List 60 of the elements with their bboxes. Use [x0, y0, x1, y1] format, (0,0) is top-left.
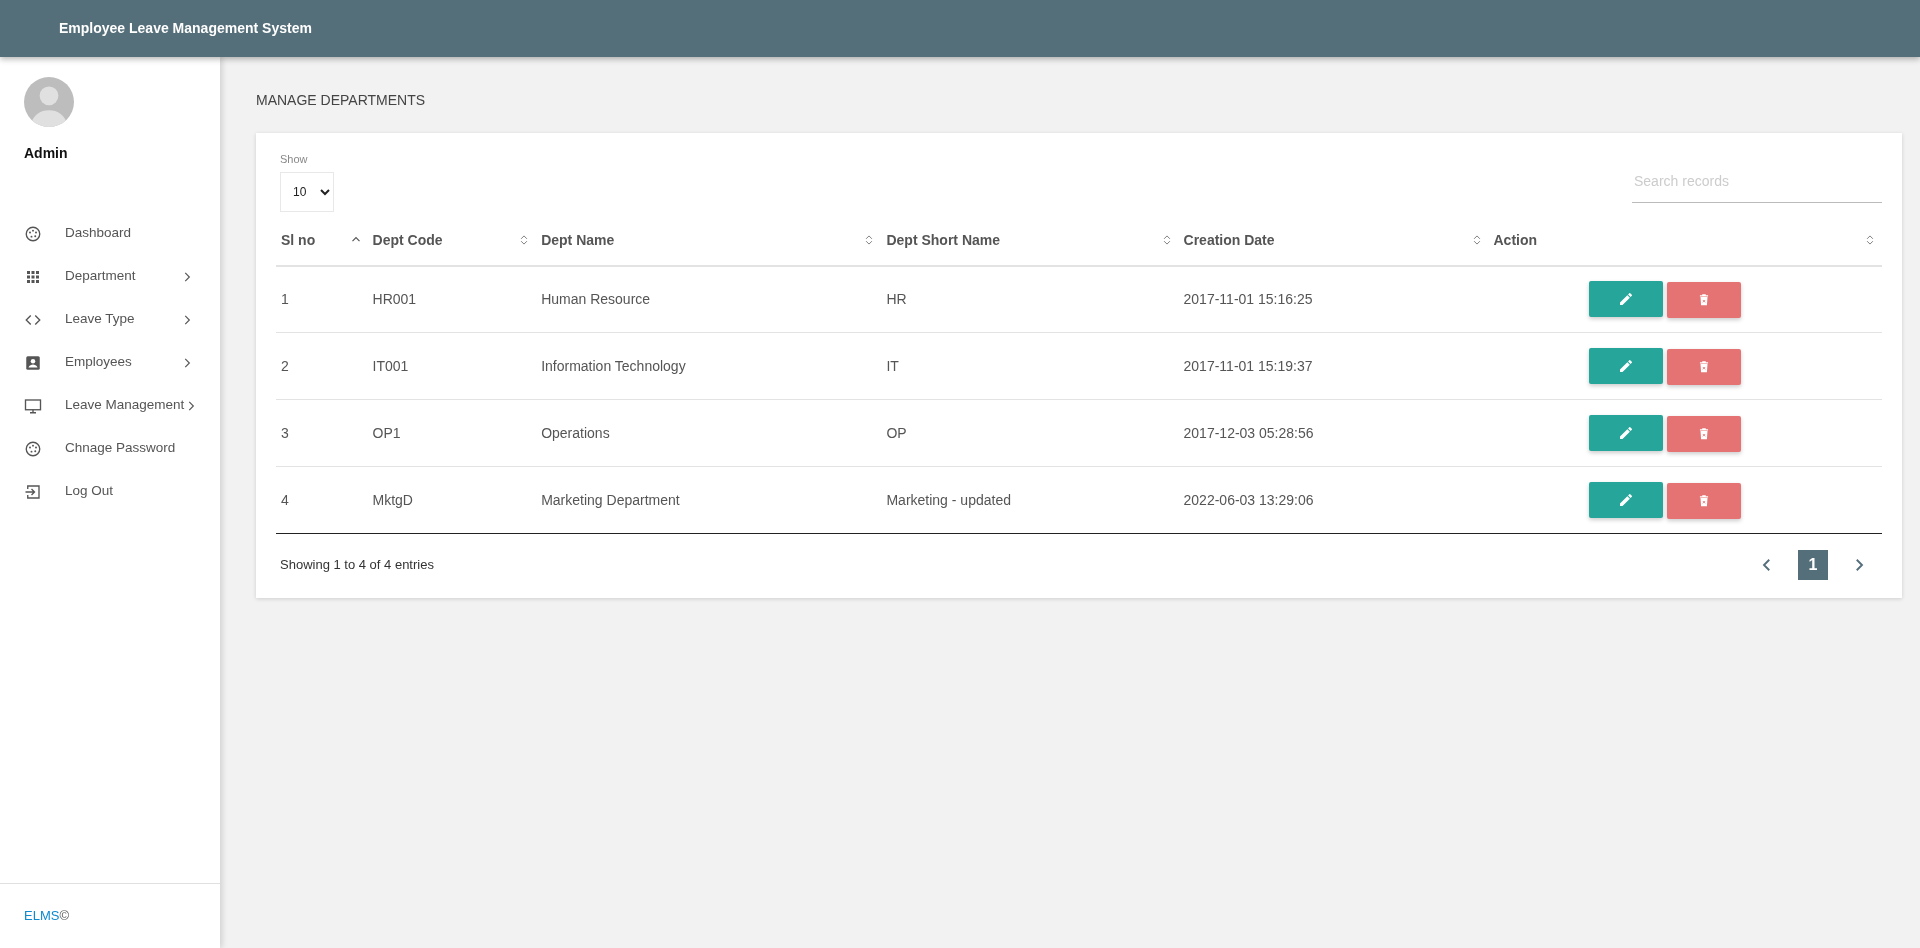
sidebar-item[interactable]: Log Out — [0, 470, 220, 513]
entries-info: Showing 1 to 4 of 4 entries — [279, 556, 434, 575]
page-button[interactable]: 1 — [1798, 550, 1828, 580]
edit-button[interactable] — [1588, 280, 1663, 317]
copyright-mark: © — [59, 907, 69, 926]
pencil-icon — [1617, 424, 1634, 441]
edit-button[interactable] — [1588, 414, 1663, 451]
column-header[interactable]: Dept Code — [372, 229, 443, 251]
contact-card-icon — [24, 353, 42, 372]
table-cell: OP1 — [372, 424, 401, 441]
sidebar-item[interactable]: Leave Management — [0, 384, 220, 427]
table-cell: 4 — [281, 491, 289, 508]
pencil-icon — [1617, 491, 1634, 508]
palette-icon — [24, 224, 42, 243]
column-header[interactable]: Action — [1493, 229, 1538, 251]
table-cell: 2 — [281, 357, 289, 374]
delete-button[interactable] — [1666, 415, 1741, 452]
user-name: Admin — [24, 144, 69, 163]
table-cell: Information Technology — [541, 357, 686, 374]
page-title: MANAGE DEPARTMENTS — [256, 91, 427, 110]
table-cell: HR001 — [372, 290, 417, 307]
table-cell: 2017-11-01 15:19:37 — [1183, 357, 1313, 374]
table-cell: IT — [886, 357, 899, 374]
table-cell: Marketing - updated — [886, 491, 1011, 508]
table-cell: HR — [886, 290, 907, 307]
pencil-icon — [1617, 290, 1634, 307]
sidebar-item[interactable]: Chnage Password — [0, 427, 220, 470]
pencil-icon — [1617, 357, 1634, 374]
table-cell: 1 — [281, 290, 289, 307]
show-label: Show — [280, 152, 309, 167]
edit-button[interactable] — [1588, 347, 1663, 384]
sidebar-item[interactable]: Employees — [0, 341, 220, 384]
palette-icon — [24, 439, 42, 458]
page-size-select[interactable]: 10 — [280, 171, 334, 212]
logout-icon — [24, 482, 42, 501]
delete-button[interactable] — [1666, 482, 1741, 519]
footer-link[interactable]: ELMS — [24, 906, 60, 926]
sidebar-item[interactable]: Dashboard — [0, 212, 220, 255]
table-cell: Human Resource — [541, 290, 651, 307]
table-cell: OP — [886, 424, 907, 441]
edit-button[interactable] — [1588, 481, 1663, 518]
table-cell: 3 — [281, 424, 289, 441]
table-cell: MktgD — [372, 491, 413, 508]
table-cell: 2017-11-01 15:16:25 — [1183, 290, 1313, 307]
table-cell: 2017-12-03 05:28:56 — [1183, 424, 1314, 441]
table-cell: 2022-06-03 13:29:06 — [1183, 491, 1314, 508]
table-cell: Marketing Department — [541, 491, 680, 508]
column-header[interactable]: Sl no — [281, 229, 316, 251]
delete-button[interactable] — [1666, 348, 1741, 385]
column-header[interactable]: Creation Date — [1183, 229, 1275, 251]
avatar — [24, 77, 74, 127]
table-cell: Operations — [541, 424, 610, 441]
column-header[interactable]: Dept Name — [541, 229, 615, 251]
monitor-icon — [24, 396, 42, 415]
sidebar-item[interactable]: Leave Type — [0, 298, 220, 341]
table-cell: IT001 — [372, 357, 409, 374]
column-header[interactable]: Dept Short Name — [886, 229, 1000, 251]
delete-button[interactable] — [1666, 281, 1741, 318]
app-title: Employee Leave Management System — [59, 19, 312, 38]
sidebar-item[interactable]: Department — [0, 255, 220, 298]
